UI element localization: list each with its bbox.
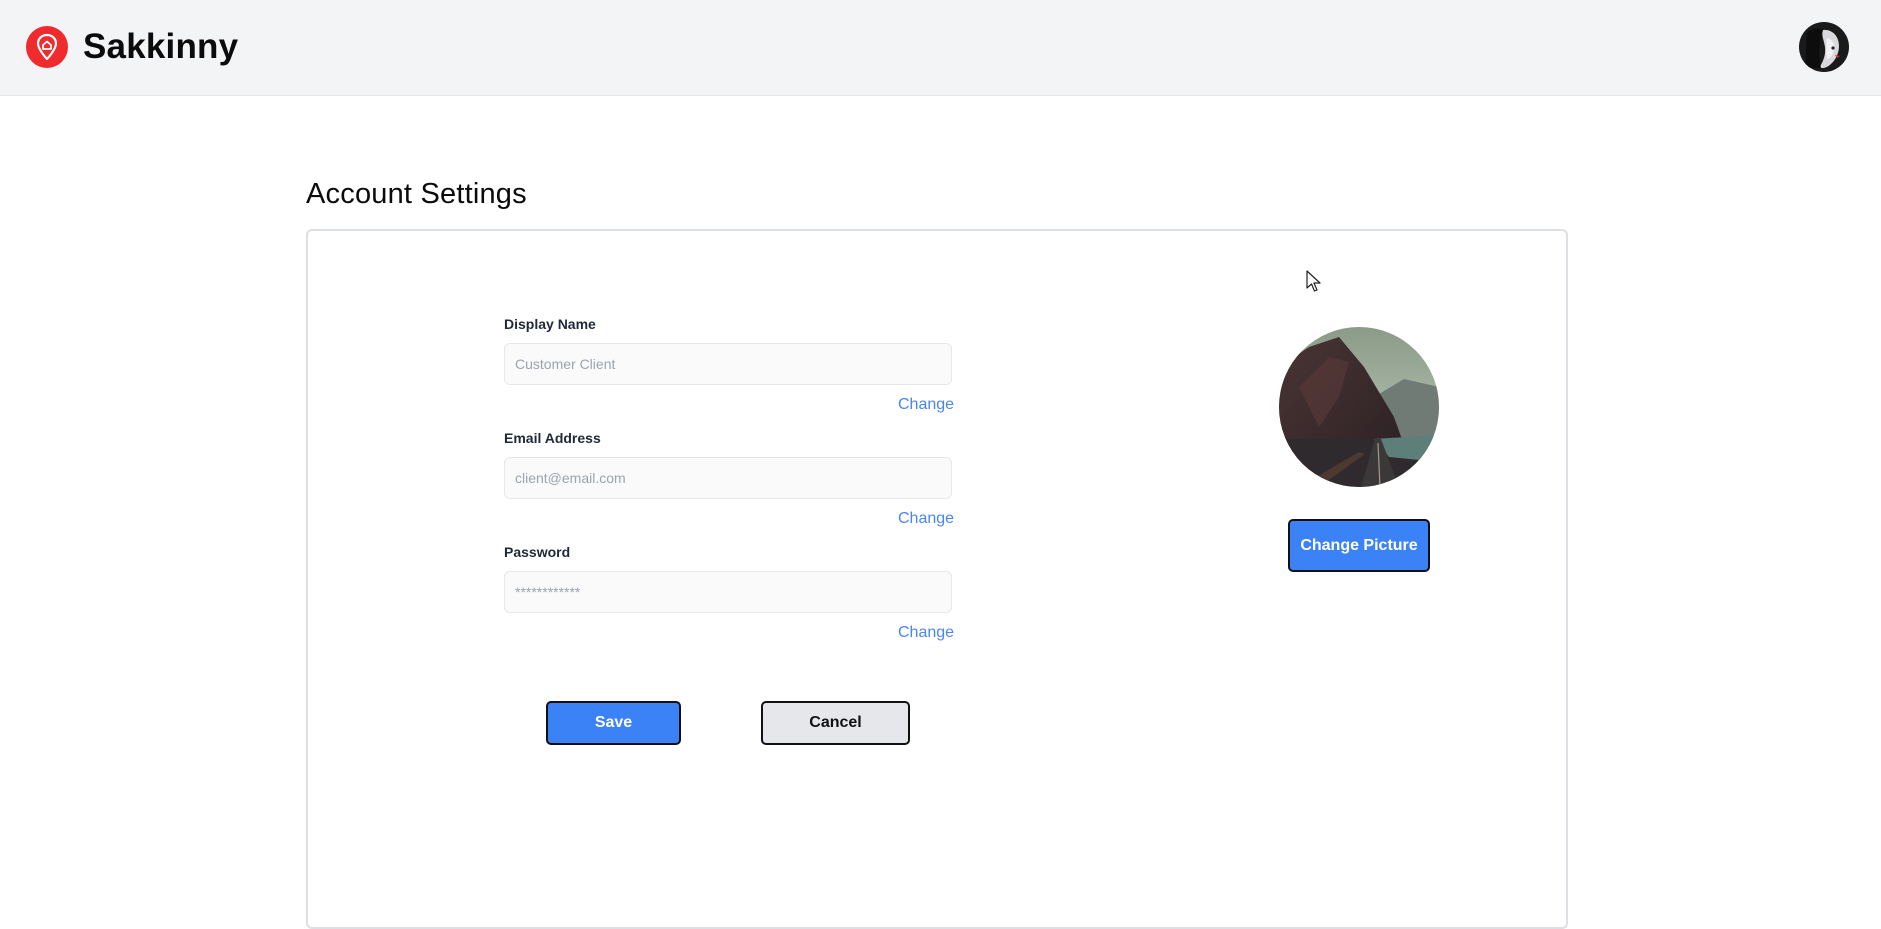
email-address-label: Email Address [504,430,601,446]
change-password-link[interactable]: Change [898,624,954,642]
display-name-label: Display Name [504,316,596,332]
location-pin-icon [26,26,68,68]
user-avatar[interactable] [1799,22,1849,72]
brand-home-link[interactable]: Sakkinny [26,26,238,68]
password-label: Password [504,544,571,560]
top-navbar: Sakkinny [0,0,1881,96]
change-email-link[interactable]: Change [898,510,954,528]
profile-picture [1279,327,1439,487]
mountain-road-photo [1279,327,1439,487]
change-display-name-link[interactable]: Change [898,396,954,414]
avatar-image [1799,22,1849,72]
display-name-input[interactable] [504,343,952,385]
page-title: Account Settings [306,178,527,210]
email-input[interactable] [504,457,952,499]
brand-name: Sakkinny [83,27,239,66]
cancel-button[interactable]: Cancel [761,701,910,745]
change-picture-button[interactable]: Change Picture [1288,519,1430,572]
save-button[interactable]: Save [546,701,681,745]
password-input[interactable] [504,571,952,613]
